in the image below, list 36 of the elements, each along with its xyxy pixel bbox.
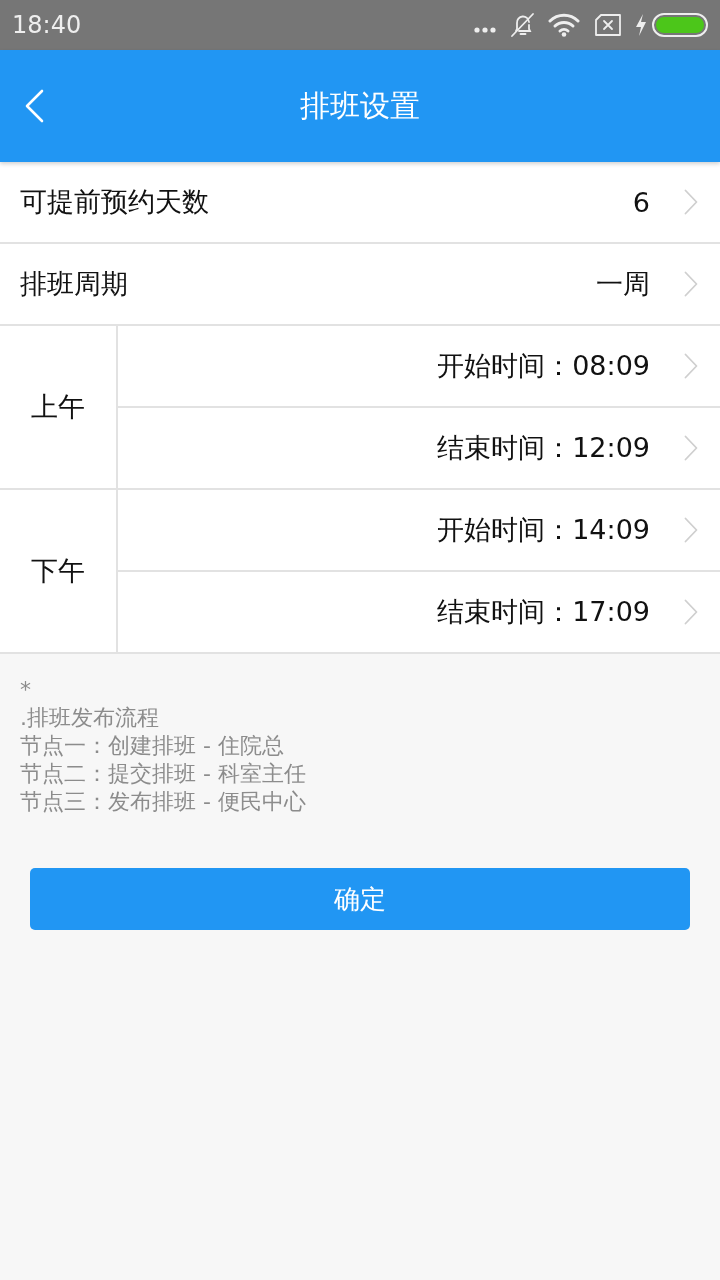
- note-line: 节点一：创建排班 - 住院总: [20, 732, 285, 760]
- setting-value: 一周: [596, 267, 650, 301]
- chevron-right-icon: [684, 599, 698, 625]
- setting-label: 排班周期: [20, 267, 129, 301]
- setting-value: 6: [632, 186, 650, 218]
- setting-label: 可提前预约天数: [20, 185, 210, 219]
- period-label: 下午: [31, 554, 85, 588]
- time-row[interactable]: 结束时间：12:09: [118, 406, 720, 488]
- status-time: 18:40: [12, 11, 82, 39]
- muted-bell-icon: [510, 12, 536, 38]
- chevron-right-icon: [684, 271, 698, 297]
- period-label: 上午: [31, 390, 85, 424]
- note-line: .排班发布流程: [20, 704, 160, 732]
- setting-row[interactable]: 可提前预约天数 6: [0, 162, 720, 244]
- time-row[interactable]: 结束时间：17:09: [118, 570, 720, 652]
- chevron-right-icon: [684, 353, 698, 379]
- time-value: 开始时间：08:09: [437, 349, 650, 383]
- chevron-right-icon: [684, 517, 698, 543]
- note-line: *: [20, 676, 32, 704]
- time-row[interactable]: 开始时间：14:09: [118, 490, 720, 570]
- note-line: 节点三：发布排班 - 便民中心: [20, 788, 307, 816]
- note-line: 节点二：提交排班 - 科室主任: [20, 760, 307, 788]
- time-row[interactable]: 开始时间：08:09: [118, 326, 720, 406]
- sim-card-x-icon: [594, 14, 622, 36]
- wifi-icon: [548, 13, 580, 37]
- time-value: 结束时间：17:09: [437, 595, 650, 629]
- time-value: 结束时间：12:09: [437, 431, 650, 465]
- chevron-left-icon: [24, 89, 44, 123]
- setting-row[interactable]: 排班周期 一周: [0, 244, 720, 326]
- chevron-right-icon: [684, 189, 698, 215]
- time-value: 开始时间：14:09: [437, 513, 650, 547]
- page-title: 排班设置: [300, 86, 420, 125]
- more-dots-icon: [474, 27, 496, 33]
- chevron-right-icon: [684, 435, 698, 461]
- lightning-bolt-icon: [635, 14, 647, 36]
- battery-icon: [652, 13, 708, 37]
